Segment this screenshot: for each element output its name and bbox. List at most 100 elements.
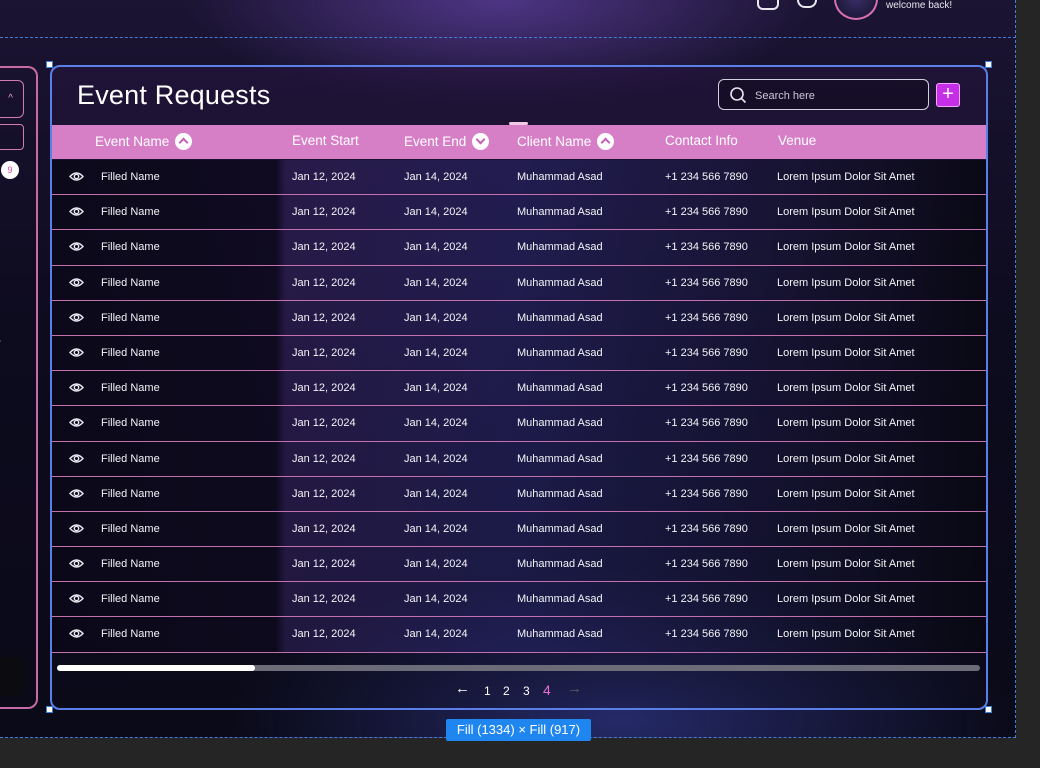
table-row[interactable]: Filled Name Jan 12, 2024 Jan 14, 2024 Muham… [52, 300, 986, 336]
eye-icon[interactable] [69, 311, 84, 324]
add-event-button[interactable]: + [936, 83, 960, 107]
eye-icon[interactable] [69, 170, 84, 183]
event-end-cell: Jan 14, 2024 [404, 593, 468, 606]
event-end-cell: Jan 14, 2024 [404, 346, 468, 359]
column-event-end[interactable]: Event End [404, 133, 490, 150]
contact-info-cell: +1 234 566 7890 [665, 558, 748, 571]
sidebar-input[interactable] [0, 124, 24, 150]
table-row[interactable]: Filled Name Jan 12, 2024 Jan 14, 2024 Muham… [52, 371, 986, 407]
column-event-name[interactable]: Event Name [95, 133, 193, 150]
eye-icon[interactable] [69, 240, 84, 253]
eye-icon[interactable] [69, 592, 84, 605]
eye-icon[interactable] [69, 346, 84, 359]
event-end-cell: Jan 14, 2024 [404, 487, 468, 500]
event-start-cell: Jan 12, 2024 [292, 382, 356, 395]
page-2[interactable]: 2 [503, 684, 510, 698]
event-name-cell: Filled Name [101, 276, 160, 289]
column-label: Client Name [517, 134, 592, 149]
resize-handle[interactable] [985, 706, 992, 713]
event-end-cell: Jan 14, 2024 [404, 382, 468, 395]
client-name-cell: Muhammad Asad [517, 311, 603, 324]
table-row[interactable]: Filled Name Jan 12, 2024 Jan 14, 2024 Muham… [52, 160, 986, 196]
resize-handle[interactable] [985, 61, 992, 68]
sidebar-button[interactable] [0, 657, 24, 696]
event-start-cell: Jan 12, 2024 [292, 417, 356, 430]
contact-info-cell: +1 234 566 7890 [665, 417, 748, 430]
venue-cell: Lorem Ipsum Dolor Sit Amet [777, 452, 915, 465]
client-name-cell: Muhammad Asad [517, 276, 603, 289]
page-1[interactable]: 1 [484, 684, 491, 698]
column-contact-info[interactable]: Contact Info [665, 133, 738, 148]
resize-handle[interactable] [46, 706, 53, 713]
event-end-cell: Jan 14, 2024 [404, 276, 468, 289]
column-label: Venue [778, 133, 817, 148]
event-start-cell: Jan 12, 2024 [292, 346, 356, 359]
sort-up-icon[interactable] [175, 133, 193, 150]
column-label: Event Name [95, 134, 170, 149]
table-row[interactable]: Filled Name Jan 12, 2024 Jan 14, 2024 Muham… [52, 511, 986, 548]
venue-cell: Lorem Ipsum Dolor Sit Amet [777, 311, 915, 324]
page-3[interactable]: 3 [523, 684, 530, 698]
eye-icon[interactable] [69, 276, 84, 289]
table-row[interactable]: Filled Name Jan 12, 2024 Jan 14, 2024 Muham… [52, 195, 986, 231]
table-row[interactable]: Filled Name Jan 12, 2024 Jan 14, 2024 Muham… [52, 406, 986, 442]
table-row[interactable]: Filled Name Jan 12, 2024 Jan 14, 2024 Muham… [52, 476, 986, 512]
contact-info-cell: +1 234 566 7890 [665, 171, 748, 183]
event-end-cell: Jan 14, 2024 [404, 206, 468, 219]
chevron-up-icon[interactable]: ^ [0, 337, 1, 348]
eye-icon[interactable] [69, 487, 84, 500]
sort-up-icon[interactable] [597, 133, 615, 150]
page-4[interactable]: 4 [543, 682, 551, 698]
event-name-cell: Filled Name [101, 558, 160, 571]
event-end-cell: Jan 14, 2024 [404, 452, 468, 465]
message-icon[interactable] [757, 0, 779, 10]
contact-info-cell: +1 234 566 7890 [665, 241, 748, 254]
resize-handle[interactable] [46, 61, 53, 68]
contact-info-cell: +1 234 566 7890 [665, 593, 748, 606]
event-start-cell: Jan 12, 2024 [292, 276, 356, 289]
column-client-name[interactable]: Client Name [517, 133, 615, 150]
client-name-cell: Muhammad Asad [517, 417, 603, 430]
event-end-cell: Jan 14, 2024 [404, 171, 468, 183]
client-name-cell: Muhammad Asad [517, 558, 603, 571]
table-row[interactable]: Filled Name Jan 12, 2024 Jan 14, 2024 Muham… [52, 335, 986, 372]
table-row[interactable]: Filled Name Jan 12, 2024 Jan 14, 2024 Muham… [52, 441, 986, 477]
eye-icon[interactable] [69, 557, 84, 570]
contact-info-cell: +1 234 566 7890 [665, 522, 748, 535]
arrow-left-icon[interactable]: ← [455, 680, 470, 697]
event-name-cell: Filled Name [101, 311, 160, 324]
search-box[interactable] [718, 79, 929, 110]
contact-info-cell: +1 234 566 7890 [665, 311, 748, 324]
table-row[interactable]: Filled Name Jan 12, 2024 Jan 14, 2024 Muham… [52, 230, 986, 266]
contact-info-cell: +1 234 566 7890 [665, 276, 748, 289]
scrollbar-thumb[interactable] [57, 665, 255, 671]
event-end-cell: Jan 14, 2024 [404, 241, 468, 254]
event-start-cell: Jan 12, 2024 [292, 593, 356, 606]
eye-icon[interactable] [69, 205, 84, 218]
contact-info-cell: +1 234 566 7890 [665, 206, 748, 219]
table-row[interactable]: Filled Name Jan 12, 2024 Jan 14, 2024 Muham… [52, 265, 986, 301]
event-start-cell: Jan 12, 2024 [292, 628, 356, 641]
table-row[interactable]: Filled Name Jan 12, 2024 Jan 14, 2024 Muham… [52, 617, 986, 653]
event-name-cell: Filled Name [101, 487, 160, 500]
eye-icon[interactable] [69, 416, 84, 429]
table-row[interactable]: Filled Name Jan 12, 2024 Jan 14, 2024 Muham… [52, 582, 986, 618]
eye-icon[interactable] [69, 522, 84, 535]
welcome-text: welcome back! [886, 0, 953, 11]
search-input[interactable] [753, 86, 917, 106]
event-start-cell: Jan 12, 2024 [292, 171, 356, 183]
column-event-start[interactable]: Event Start [292, 133, 359, 148]
event-end-cell: Jan 14, 2024 [404, 417, 468, 430]
column-venue[interactable]: Venue [778, 133, 816, 148]
column-label: Event Start [292, 133, 359, 148]
table-row[interactable]: Filled Name Jan 12, 2024 Jan 14, 2024 Muham… [52, 547, 986, 583]
sidebar-dropdown[interactable]: ^ [0, 80, 24, 118]
arrow-right-icon[interactable]: → [567, 680, 582, 697]
chevron-up-icon: ^ [8, 93, 13, 104]
event-name-cell: Filled Name [101, 206, 160, 219]
event-name-cell: Filled Name [101, 452, 160, 465]
eye-icon[interactable] [69, 452, 84, 465]
sort-down-icon[interactable] [472, 133, 490, 150]
eye-icon[interactable] [69, 381, 84, 394]
eye-icon[interactable] [69, 627, 84, 640]
